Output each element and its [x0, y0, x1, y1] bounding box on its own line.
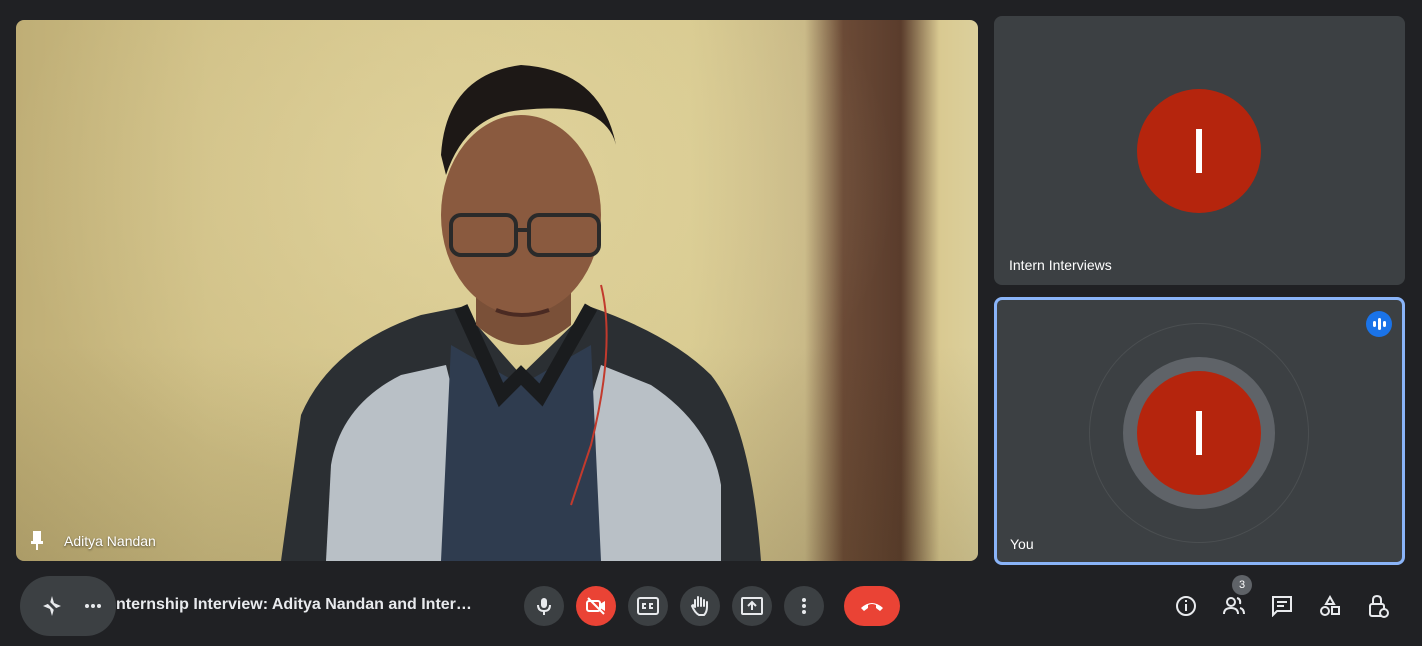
info-icon: [1176, 596, 1196, 616]
meeting-details-button[interactable]: [1174, 592, 1198, 620]
chat-button[interactable]: [1270, 592, 1294, 620]
sparkle-effects-icon[interactable]: [40, 594, 64, 618]
participant-tile-self[interactable]: I You: [994, 297, 1405, 565]
camera-toggle-button[interactable]: [576, 586, 616, 626]
host-controls-button[interactable]: [1366, 592, 1390, 620]
effects-pill[interactable]: [20, 576, 116, 636]
microphone-button[interactable]: [524, 586, 564, 626]
meeting-title: nternship Interview: Aditya Nandan and I…: [116, 596, 472, 613]
participant-video-figure: [281, 65, 761, 561]
mic-icon: [537, 598, 551, 615]
activities-button[interactable]: [1318, 592, 1342, 620]
host-controls-icon: [1369, 594, 1389, 618]
camera-off-icon: [586, 597, 605, 615]
captions-icon: [637, 597, 659, 615]
chat-icon: [1272, 596, 1292, 617]
participant-name: Aditya Nandan: [64, 533, 156, 549]
meeting-tools: 3: [1174, 575, 1390, 620]
leave-call-button[interactable]: [844, 586, 900, 626]
more-options-button[interactable]: [784, 586, 824, 626]
more-dots-icon[interactable]: [84, 603, 102, 609]
captions-button[interactable]: [628, 586, 668, 626]
more-options-icon: [802, 598, 806, 614]
participant-name: You: [1010, 536, 1034, 552]
people-icon: [1223, 597, 1245, 615]
call-controls: [524, 586, 900, 626]
hangup-icon: [861, 603, 883, 611]
raise-hand-icon: [690, 596, 708, 616]
avatar: I: [1137, 371, 1261, 495]
participants-count-badge: 3: [1232, 575, 1252, 595]
present-screen-icon: [741, 597, 763, 615]
speaking-indicator-icon: [1366, 311, 1392, 337]
participant-tile-intern-interviews[interactable]: I Intern Interviews: [994, 16, 1405, 285]
main-video-tile[interactable]: Aditya Nandan: [16, 20, 978, 561]
avatar: I: [1137, 89, 1261, 213]
bottom-toolbar: nternship Interview: Aditya Nandan and I…: [0, 566, 1422, 646]
raise-hand-button[interactable]: [680, 586, 720, 626]
activities-icon: [1320, 595, 1340, 616]
present-screen-button[interactable]: [732, 586, 772, 626]
participant-name: Intern Interviews: [1009, 257, 1112, 273]
pin-icon[interactable]: [28, 529, 46, 551]
people-button[interactable]: 3: [1222, 575, 1252, 620]
